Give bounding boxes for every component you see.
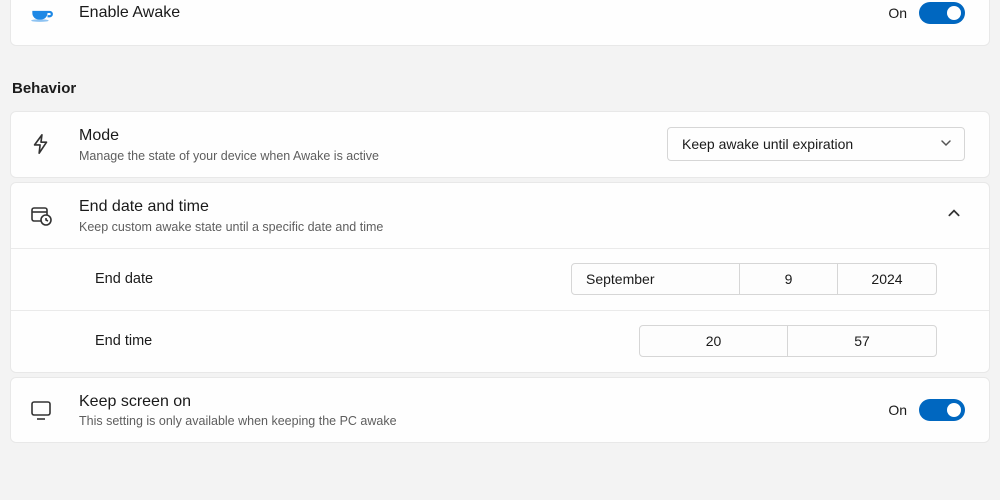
enable-awake-state: On	[888, 5, 907, 21]
end-datetime-title: End date and time	[79, 197, 943, 218]
enable-awake-row: Enable Awake On	[11, 0, 989, 45]
keep-screen-on-title: Keep screen on	[79, 392, 888, 413]
end-date-day[interactable]: 9	[740, 264, 838, 294]
enable-awake-title: Enable Awake	[79, 3, 888, 24]
end-date-month[interactable]: September	[572, 264, 740, 294]
end-time-row: End time 20 57	[11, 310, 989, 372]
keep-screen-on-card: Keep screen on This setting is only avai…	[10, 377, 990, 444]
mode-desc: Manage the state of your device when Awa…	[79, 149, 667, 163]
end-time-hour[interactable]: 20	[640, 326, 788, 356]
end-date-row: End date September 9 2024	[11, 248, 989, 310]
end-date-label: End date	[95, 271, 571, 287]
end-datetime-header[interactable]: End date and time Keep custom awake stat…	[11, 183, 989, 248]
enable-awake-toggle[interactable]	[919, 2, 965, 24]
mode-dropdown-value: Keep awake until expiration	[682, 136, 853, 152]
mode-card: Mode Manage the state of your device whe…	[10, 111, 990, 178]
mode-title: Mode	[79, 126, 667, 147]
end-time-picker[interactable]: 20 57	[639, 325, 937, 357]
keep-screen-on-state: On	[888, 402, 907, 418]
chevron-up-icon[interactable]	[943, 202, 965, 229]
calendar-clock-icon	[27, 201, 55, 229]
end-time-minute[interactable]: 57	[788, 326, 936, 356]
keep-screen-on-desc: This setting is only available when keep…	[79, 414, 888, 428]
enable-awake-card: Enable Awake On	[10, 0, 990, 46]
behavior-section-title: Behavior	[12, 80, 988, 97]
awake-icon	[27, 0, 55, 27]
end-datetime-card: End date and time Keep custom awake stat…	[10, 182, 990, 373]
monitor-icon	[27, 396, 55, 424]
end-time-label: End time	[95, 333, 639, 349]
chevron-down-icon	[940, 136, 952, 152]
end-datetime-desc: Keep custom awake state until a specific…	[79, 220, 943, 234]
lightning-icon	[27, 130, 55, 158]
mode-row: Mode Manage the state of your device whe…	[11, 112, 989, 177]
mode-dropdown[interactable]: Keep awake until expiration	[667, 127, 965, 161]
end-date-picker[interactable]: September 9 2024	[571, 263, 937, 295]
end-date-year[interactable]: 2024	[838, 264, 936, 294]
keep-screen-on-row: Keep screen on This setting is only avai…	[11, 378, 989, 443]
keep-screen-on-toggle[interactable]	[919, 399, 965, 421]
